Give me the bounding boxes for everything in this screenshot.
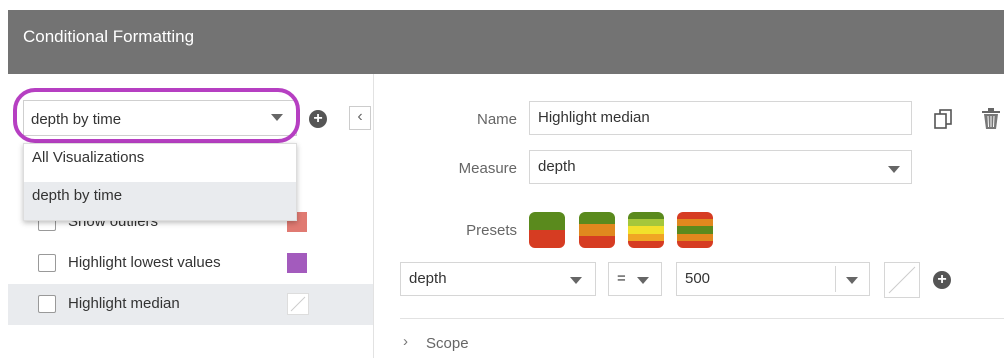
rule-checkbox-highlight-lowest[interactable] <box>38 254 56 272</box>
no-color-icon <box>888 266 916 294</box>
dialog-title: Conditional Formatting <box>23 27 195 46</box>
combo-divider <box>835 266 836 292</box>
delete-icon[interactable] <box>981 108 1001 135</box>
rule-checkbox-highlight-median[interactable] <box>38 295 56 313</box>
condition-value-input[interactable]: 500 <box>676 262 870 296</box>
chevron-left-icon: ‹ <box>357 108 363 125</box>
condition-operator-select[interactable]: = <box>608 262 662 296</box>
chevron-down-icon[interactable] <box>888 166 900 173</box>
copy-icon[interactable] <box>933 108 953 135</box>
preset-multi-band[interactable] <box>628 212 664 248</box>
condition-color-picker[interactable] <box>884 262 920 298</box>
annotation-highlight-oval <box>13 88 300 143</box>
scope-toggle[interactable]: Scope <box>426 335 469 352</box>
dropdown-option-all-visualizations[interactable]: All Visualizations <box>24 144 296 182</box>
chevron-down-icon[interactable] <box>570 277 582 284</box>
presets-label: Presets <box>466 222 517 239</box>
preset-green-orange-red[interactable] <box>579 212 615 248</box>
rule-row-selected[interactable] <box>8 284 373 325</box>
visualization-dropdown: All Visualizations depth by time <box>23 143 297 221</box>
measure-label: Measure <box>458 160 517 177</box>
chevron-right-icon[interactable]: › <box>403 333 408 350</box>
rule-label-highlight-lowest: Highlight lowest values <box>68 254 221 271</box>
add-condition-icon[interactable]: + <box>933 271 951 289</box>
rule-color-swatch[interactable] <box>287 253 307 273</box>
top-margin <box>0 0 1004 10</box>
name-label: Name <box>476 111 517 128</box>
add-rule-icon[interactable]: + <box>309 110 327 128</box>
no-color-icon <box>290 296 306 312</box>
collapse-panel-button[interactable]: ‹ <box>349 106 371 130</box>
left-margin <box>0 0 8 358</box>
rule-color-swatch-empty[interactable] <box>287 293 309 315</box>
section-divider <box>400 318 1004 319</box>
condition-field-select[interactable]: depth <box>400 262 596 296</box>
dropdown-option-depth-by-time[interactable]: depth by time <box>24 182 296 220</box>
preset-green-red[interactable] <box>529 212 565 248</box>
measure-select[interactable]: depth <box>529 150 912 184</box>
chevron-down-icon[interactable] <box>637 277 649 284</box>
name-input[interactable]: Highlight median <box>529 101 912 135</box>
rule-label-highlight-median: Highlight median <box>68 295 180 312</box>
chevron-down-icon[interactable] <box>846 277 858 284</box>
preset-stripes[interactable] <box>677 212 713 248</box>
